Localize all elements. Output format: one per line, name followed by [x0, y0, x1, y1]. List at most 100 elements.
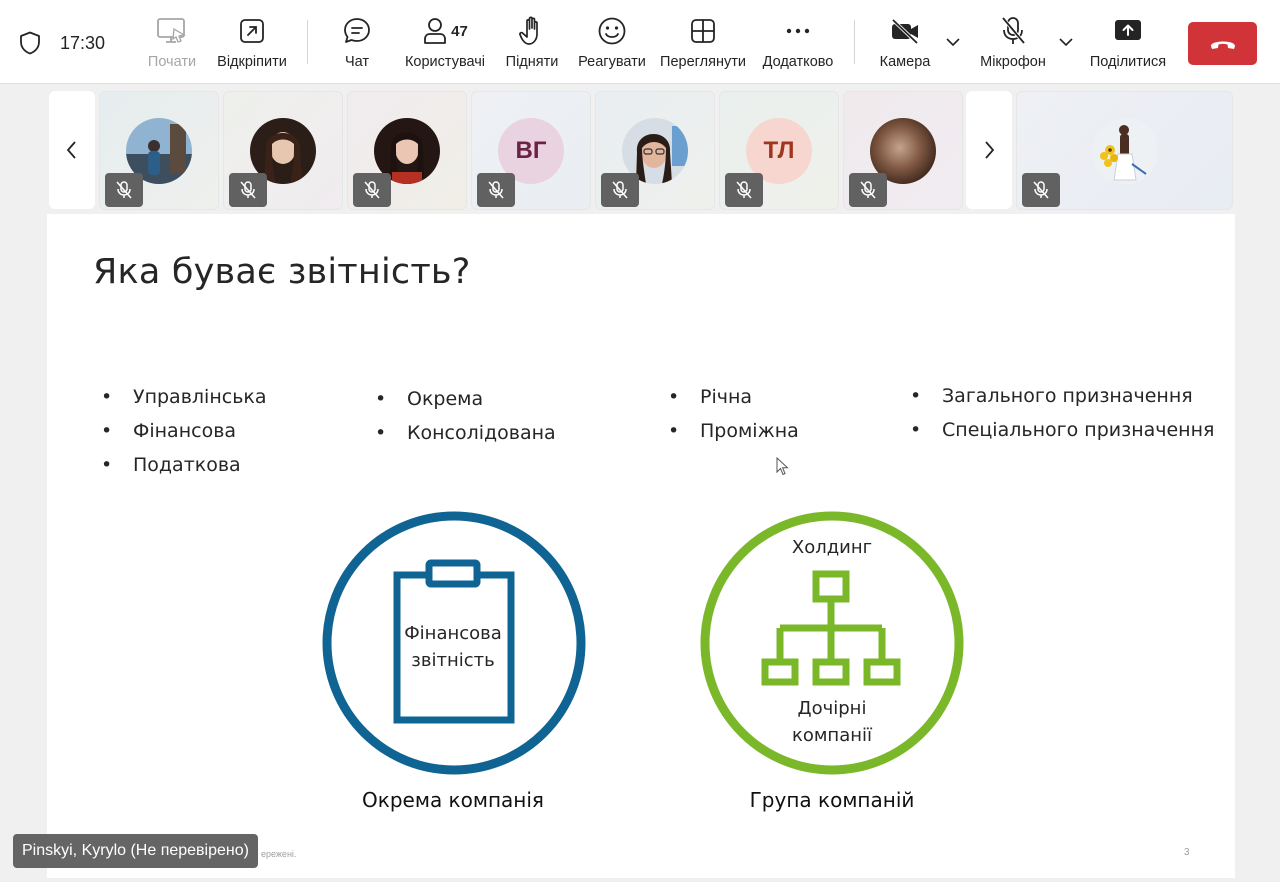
people-button[interactable]: 47 Користувачі: [400, 14, 490, 76]
bullet-list-scope: Окрема Консолідована: [369, 382, 556, 450]
mic-off-icon: [1033, 181, 1049, 199]
toolbar-divider: [307, 20, 308, 64]
mic-off-icon: [860, 181, 876, 199]
clipboard-label-line2: звітність: [411, 650, 495, 671]
chevron-down-icon[interactable]: [945, 36, 961, 48]
muted-indicator: [229, 173, 267, 207]
camera-off-icon: [891, 18, 919, 45]
presenter-name-tag: Pinskyi, Kyrylo (Не перевірено): [13, 834, 258, 868]
microphone-button[interactable]: Мікрофон: [975, 14, 1051, 76]
popout-button[interactable]: Відкріпити: [212, 14, 292, 76]
view-label: Переглянути: [660, 54, 746, 70]
people-icon: [424, 18, 447, 44]
people-label: Користувачі: [404, 54, 486, 70]
grid-view-icon: [691, 19, 715, 43]
clipboard-label: Фінансова звітність: [353, 620, 553, 674]
subsidiaries-label-line1: Дочірні: [797, 698, 867, 719]
bullet-list-period: Річна Проміжна: [662, 380, 799, 448]
right-caption: Група компаній: [749, 788, 915, 812]
raise-hand-button[interactable]: Підняти: [502, 14, 562, 76]
subsidiaries-label: Дочірні компанії: [732, 695, 932, 749]
self-view-tile[interactable]: [1016, 91, 1233, 210]
muted-indicator: [105, 173, 143, 207]
muted-indicator: [477, 173, 515, 207]
share-screen-icon: [1115, 20, 1141, 40]
list-item: Річна: [662, 380, 799, 414]
chevron-left-icon: [66, 141, 76, 159]
slide-title: Яка буває звітність?: [93, 252, 471, 292]
participant-tile[interactable]: ВГ: [471, 91, 591, 210]
participant-tile[interactable]: [99, 91, 219, 210]
mic-off-icon: [364, 181, 380, 199]
participants-strip: ВГ ТЛ: [0, 84, 1280, 214]
more-button[interactable]: Додатково: [758, 14, 838, 76]
muted-indicator: [725, 173, 763, 207]
popout-label: Відкріпити: [217, 54, 287, 70]
list-item: Фінансова: [95, 414, 267, 448]
muted-indicator: [601, 173, 639, 207]
muted-indicator: [1022, 173, 1060, 207]
leave-call-button[interactable]: [1188, 22, 1257, 65]
participant-tile[interactable]: [223, 91, 343, 210]
raise-label: Підняти: [505, 54, 559, 70]
clipboard-clip-icon: [425, 559, 481, 588]
list-item: Спеціального призначення: [904, 413, 1214, 447]
muted-indicator: [353, 173, 391, 207]
list-item: Загального призначення: [904, 379, 1214, 413]
raise-hand-icon: [519, 16, 538, 45]
share-label: Поділитися: [1089, 54, 1167, 70]
participant-avatar: [1092, 118, 1158, 184]
screen-record-icon: [157, 18, 186, 43]
participant-tile[interactable]: [347, 91, 467, 210]
start-recording-button[interactable]: Почати: [141, 14, 203, 76]
holding-label: Холдинг: [791, 537, 873, 558]
mic-off-icon: [240, 181, 256, 199]
participant-tile[interactable]: ТЛ: [719, 91, 839, 210]
share-button[interactable]: Поділитися: [1088, 14, 1168, 76]
start-label: Почати: [147, 54, 197, 70]
participant-tile[interactable]: [843, 91, 963, 210]
list-item: Консолідована: [369, 416, 556, 450]
bullet-list-usage: Загального призначення Спеціального приз…: [904, 379, 1214, 447]
scroll-left-button[interactable]: [49, 91, 95, 209]
left-caption: Окрема компанія: [362, 788, 544, 812]
chevron-right-icon: [985, 141, 995, 159]
chat-label: Чат: [344, 54, 370, 70]
meeting-timer: 17:30: [60, 33, 106, 53]
mic-label: Мікрофон: [980, 54, 1046, 70]
shield-icon[interactable]: [19, 31, 41, 55]
slide-page-number: 3: [1184, 847, 1190, 858]
avatar-initials: ВГ: [515, 137, 547, 164]
list-item: Управлінська: [95, 380, 267, 414]
slide-footer: ережені.: [261, 849, 297, 859]
scroll-right-button[interactable]: [966, 91, 1012, 209]
chat-icon: [344, 18, 370, 43]
emoji-icon: [598, 17, 626, 45]
chat-button[interactable]: Чат: [337, 14, 377, 76]
hang-up-icon: [1210, 41, 1235, 49]
list-item: Проміжна: [662, 414, 799, 448]
mic-off-icon: [116, 181, 132, 199]
view-button[interactable]: Переглянути: [657, 14, 749, 76]
list-item: Податкова: [95, 448, 267, 482]
mouse-cursor-icon: [776, 457, 789, 476]
react-label: Реагувати: [578, 54, 646, 70]
mic-off-icon: [736, 181, 752, 199]
subsidiaries-label-line2: компанії: [791, 725, 873, 746]
more-label: Додатково: [762, 54, 834, 70]
avatar-initials: ТЛ: [763, 137, 795, 164]
participant-tile[interactable]: [595, 91, 715, 210]
react-button[interactable]: Реагувати: [576, 14, 648, 76]
bullet-list-purpose: Управлінська Фінансова Податкова: [95, 380, 267, 482]
camera-button[interactable]: Камера: [875, 14, 935, 76]
mic-off-icon: [612, 181, 628, 199]
meeting-toolbar: 17:30 Почати Відкріпити Чат 47 Користува…: [0, 0, 1280, 84]
muted-indicator: [849, 173, 887, 207]
clipboard-label-line1: Фінансова: [404, 623, 502, 644]
chevron-down-icon[interactable]: [1058, 36, 1074, 48]
org-chart-icon: [761, 570, 901, 686]
popout-icon: [240, 19, 264, 43]
mic-off-icon: [1001, 16, 1026, 45]
mic-off-icon: [488, 181, 504, 199]
people-count: 47: [451, 22, 468, 40]
